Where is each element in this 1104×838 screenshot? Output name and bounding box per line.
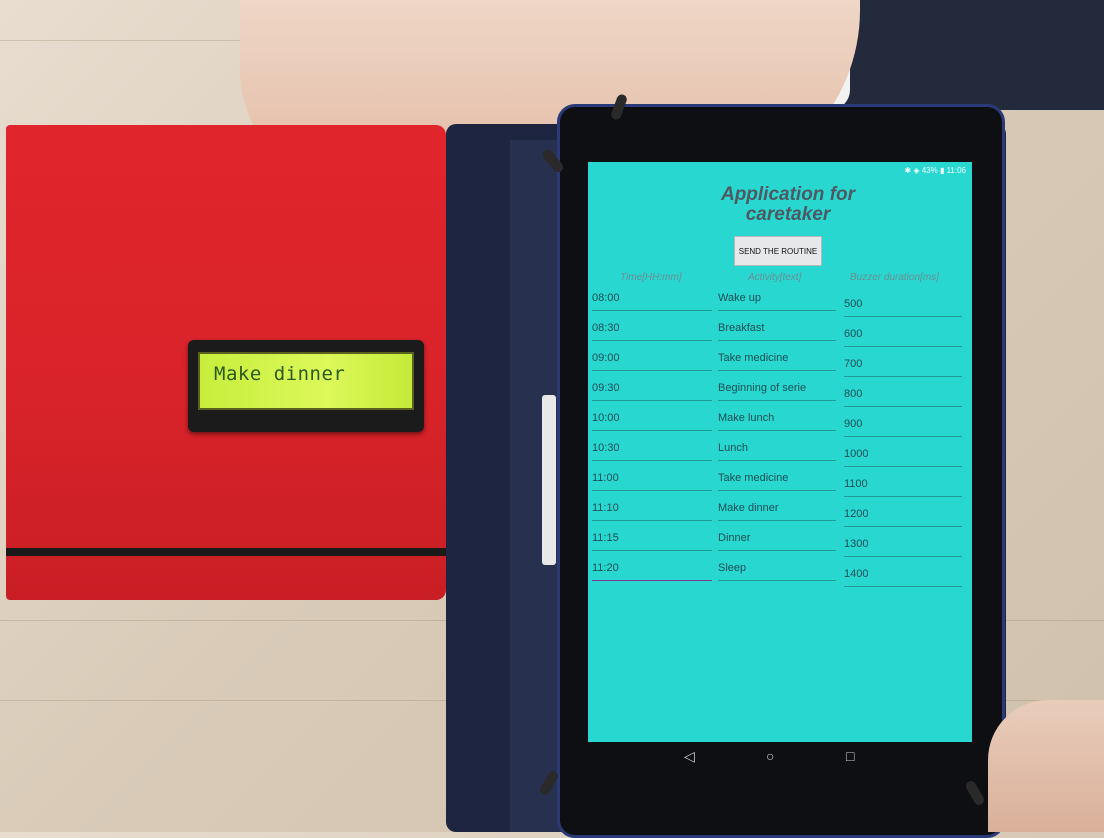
buzzer-input[interactable]: 1400	[844, 568, 962, 587]
table-row: 09:00 Take medicine 700	[588, 352, 972, 382]
table-row: 11:10 Make dinner 1200	[588, 502, 972, 532]
activity-input[interactable]: Sleep	[718, 562, 836, 581]
lcd-text: Make dinner	[214, 363, 346, 385]
table-row: 08:00 Wake up 500	[588, 292, 972, 322]
time-input[interactable]: 11:15	[592, 532, 712, 551]
status-bar: ✱ ◈ 43% ▮ 11:06	[904, 166, 966, 175]
buzzer-input[interactable]: 900	[844, 418, 962, 437]
back-icon[interactable]: ◁	[684, 748, 695, 765]
activity-input[interactable]: Beginning of serie	[718, 382, 836, 401]
buzzer-input[interactable]: 800	[844, 388, 962, 407]
time-input[interactable]: 11:10	[592, 502, 712, 521]
home-icon[interactable]: ○	[766, 748, 774, 764]
buzzer-input[interactable]: 700	[844, 358, 962, 377]
activity-input[interactable]: Take medicine	[718, 352, 836, 371]
time-input[interactable]: 10:30	[592, 442, 712, 461]
activity-input[interactable]: Lunch	[718, 442, 836, 461]
time-input[interactable]: 08:00	[592, 292, 712, 311]
buzzer-input[interactable]: 1300	[844, 538, 962, 557]
table-row: 10:00 Make lunch 900	[588, 412, 972, 442]
table-row: 11:20 Sleep 1400	[588, 562, 972, 592]
activity-input[interactable]: Make dinner	[718, 502, 836, 521]
page-title: Application for caretaker	[688, 185, 888, 225]
recents-icon[interactable]: □	[846, 748, 854, 764]
table-row: 09:30 Beginning of serie 800	[588, 382, 972, 412]
activity-input[interactable]: Dinner	[718, 532, 836, 551]
activity-input[interactable]: Make lunch	[718, 412, 836, 431]
table-row: 11:15 Dinner 1300	[588, 532, 972, 562]
hand	[988, 700, 1104, 832]
activity-input[interactable]: Breakfast	[718, 322, 836, 341]
buzzer-input[interactable]: 500	[844, 298, 962, 317]
column-header-time: Time[HH:mm]	[620, 272, 682, 283]
time-input[interactable]: 08:30	[592, 322, 712, 341]
send-routine-button[interactable]: SEND THE ROUTINE	[734, 236, 822, 266]
column-header-activity: Activity[text]	[748, 272, 802, 283]
case-strap	[542, 395, 556, 565]
column-header-buzzer: Buzzer duration[ms]	[850, 272, 939, 283]
activity-input[interactable]: Wake up	[718, 292, 836, 311]
time-input[interactable]: 11:20	[592, 562, 712, 581]
page-title-line1: Application for	[720, 184, 856, 205]
armband-stripe	[6, 548, 446, 556]
android-nav-bar: ◁ ○ □	[588, 742, 972, 772]
buzzer-input[interactable]: 1200	[844, 508, 962, 527]
table-row: 10:30 Lunch 1000	[588, 442, 972, 472]
time-input[interactable]: 10:00	[592, 412, 712, 431]
buzzer-input[interactable]: 1000	[844, 448, 962, 467]
time-input[interactable]: 11:00	[592, 472, 712, 491]
time-input[interactable]: 09:00	[592, 352, 712, 371]
buzzer-input[interactable]: 600	[844, 328, 962, 347]
buzzer-input[interactable]: 1100	[844, 478, 962, 497]
page-title-line2: caretaker	[745, 204, 831, 225]
tablet-screen: ✱ ◈ 43% ▮ 11:06 Application for caretake…	[588, 162, 972, 742]
time-input[interactable]: 09:30	[592, 382, 712, 401]
table-row: 08:30 Breakfast 600	[588, 322, 972, 352]
activity-input[interactable]: Take medicine	[718, 472, 836, 491]
table-row: 11:00 Take medicine 1100	[588, 472, 972, 502]
